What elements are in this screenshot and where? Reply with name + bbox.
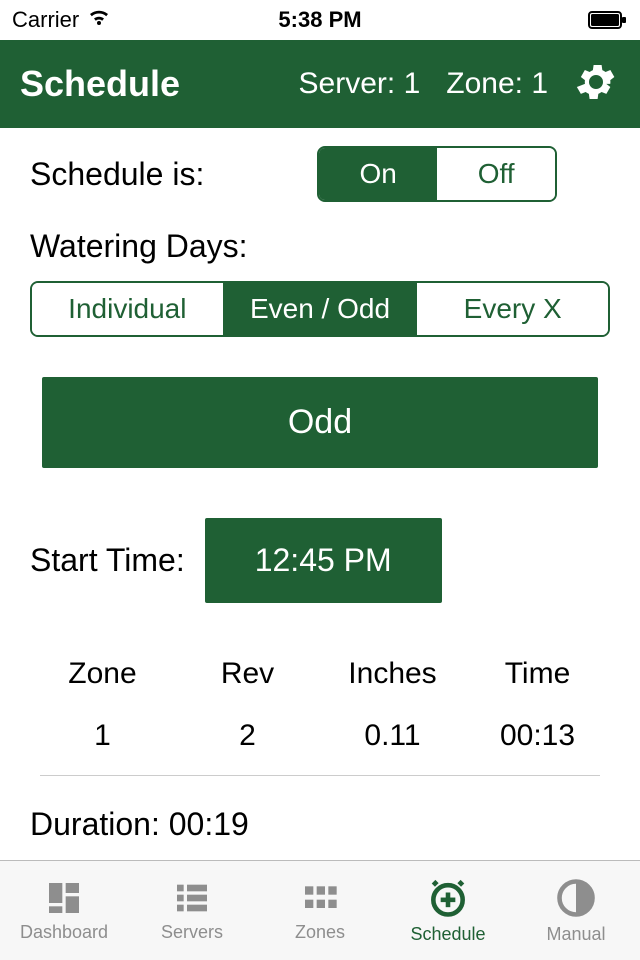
gear-icon[interactable] xyxy=(572,58,620,111)
duration-label: Duration: 00:19 xyxy=(30,806,610,843)
table-divider xyxy=(40,775,600,776)
col-zone: Zone xyxy=(30,657,175,691)
status-bar: Carrier 5:38 PM xyxy=(0,0,640,40)
watering-individual[interactable]: Individual xyxy=(32,283,223,335)
zones-icon xyxy=(300,878,340,918)
zone-label: Zone: 1 xyxy=(446,67,548,101)
schedule-is-label: Schedule is: xyxy=(30,156,204,193)
tab-label: Zones xyxy=(295,922,345,943)
tab-label: Servers xyxy=(161,922,223,943)
carrier-label: Carrier xyxy=(12,7,79,33)
schedule-icon xyxy=(426,876,470,920)
watering-days-label: Watering Days: xyxy=(30,228,610,265)
tab-label: Dashboard xyxy=(20,922,108,943)
cell-zone: 1 xyxy=(30,719,175,753)
watering-every-x[interactable]: Every X xyxy=(415,283,608,335)
col-time: Time xyxy=(465,657,610,691)
page-title: Schedule xyxy=(20,63,180,105)
cell-time: 00:13 xyxy=(465,719,610,753)
server-label: Server: 1 xyxy=(299,67,421,101)
app-header: Schedule Server: 1 Zone: 1 xyxy=(0,40,640,128)
col-inches: Inches xyxy=(320,657,465,691)
tab-bar: Dashboard Servers Zones Schedule Manual xyxy=(0,860,640,960)
tab-zones[interactable]: Zones xyxy=(256,861,384,960)
tab-dashboard[interactable]: Dashboard xyxy=(0,861,128,960)
battery-icon xyxy=(588,10,628,30)
start-time-label: Start Time: xyxy=(30,542,185,579)
odd-button[interactable]: Odd xyxy=(42,377,599,468)
cell-inches: 0.11 xyxy=(320,719,465,753)
manual-icon xyxy=(554,876,598,920)
wifi-icon xyxy=(87,7,111,33)
schedule-off[interactable]: Off xyxy=(437,148,555,200)
tab-label: Manual xyxy=(546,924,605,945)
servers-icon xyxy=(172,878,212,918)
zone-table: Zone Rev Inches Time 1 2 0.11 00:13 xyxy=(30,643,610,776)
watering-days-segment: Individual Even / Odd Every X xyxy=(30,281,610,337)
col-rev: Rev xyxy=(175,657,320,691)
tab-schedule[interactable]: Schedule xyxy=(384,861,512,960)
cell-rev: 2 xyxy=(175,719,320,753)
tab-label: Schedule xyxy=(410,924,485,945)
tab-servers[interactable]: Servers xyxy=(128,861,256,960)
table-row[interactable]: 1 2 0.11 00:13 xyxy=(30,705,610,767)
start-time-button[interactable]: 12:45 PM xyxy=(205,518,442,603)
clock: 5:38 PM xyxy=(278,7,361,33)
tab-manual[interactable]: Manual xyxy=(512,861,640,960)
schedule-toggle: On Off xyxy=(317,146,557,202)
schedule-on[interactable]: On xyxy=(319,148,437,200)
watering-even-odd[interactable]: Even / Odd xyxy=(223,283,416,335)
dashboard-icon xyxy=(44,878,84,918)
